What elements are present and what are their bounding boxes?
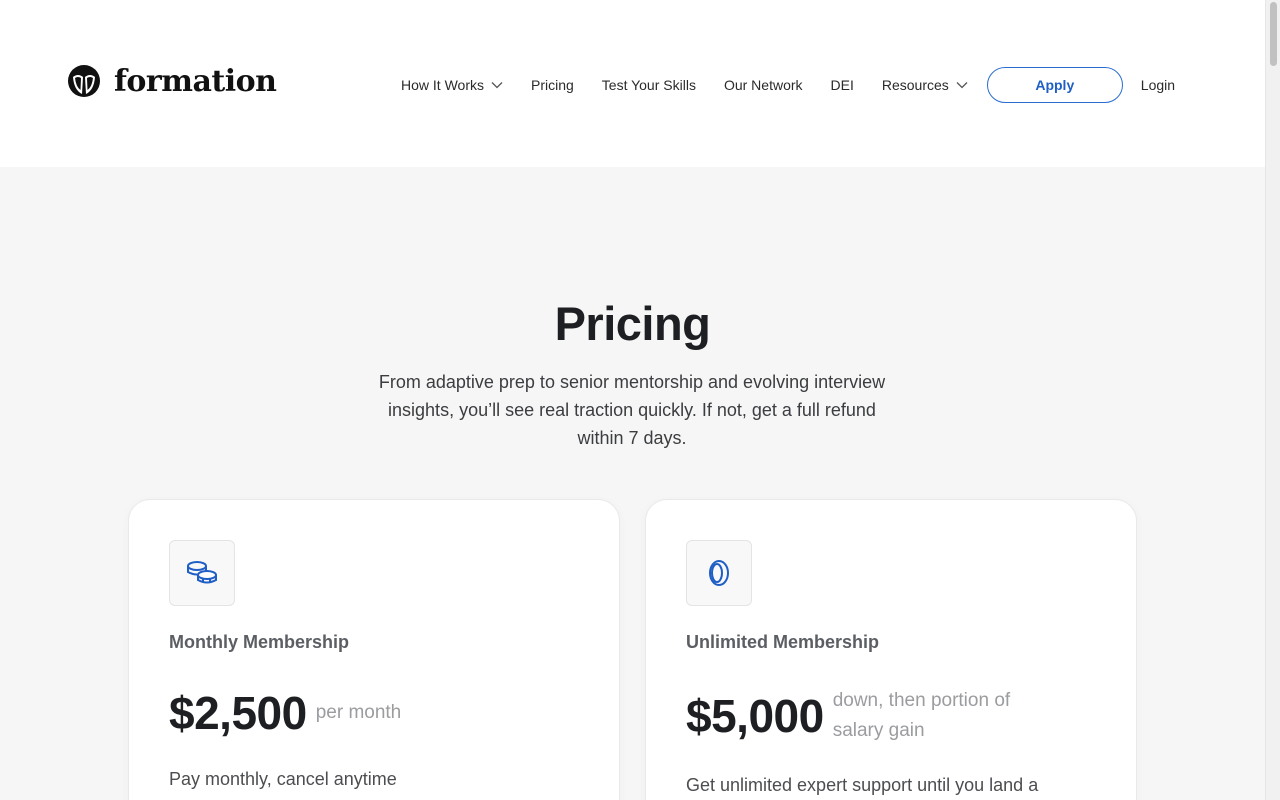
plan-title: Monthly Membership bbox=[169, 632, 350, 652]
nav-item-test-your-skills[interactable]: Test Your Skills bbox=[602, 77, 696, 93]
formation-logo-icon bbox=[68, 65, 100, 97]
plan-price: $2,500 bbox=[169, 687, 307, 739]
apply-button[interactable]: Apply bbox=[986, 67, 1123, 103]
brand-name: formation bbox=[114, 64, 277, 99]
plan-price: $5,000 bbox=[686, 690, 824, 742]
coins-stack-icon bbox=[187, 561, 217, 584]
chevron-down-icon bbox=[491, 82, 503, 89]
plan-description: Pay monthly, cancel anytime bbox=[169, 769, 397, 789]
nav-item-how-it-works[interactable]: How It Works bbox=[401, 77, 503, 93]
plan-description: Get unlimited expert support until you l… bbox=[686, 775, 1039, 795]
logo[interactable]: formation bbox=[68, 64, 277, 100]
plan-price-note: per month bbox=[315, 702, 402, 723]
nav-label: DEI bbox=[830, 77, 854, 93]
nav-label: Pricing bbox=[530, 77, 574, 93]
page-subtitle: From adaptive prep to senior mentorship … bbox=[378, 372, 886, 448]
main-nav: How It Works Pricing Test Your Skills Ou… bbox=[401, 67, 1175, 103]
chevron-down-icon bbox=[956, 82, 968, 89]
price-row: $2,500 per month bbox=[169, 686, 401, 740]
nav-item-resources[interactable]: Resources bbox=[882, 77, 968, 93]
nav-label: How It Works bbox=[401, 77, 484, 93]
scrollbar-thumb[interactable] bbox=[1270, 2, 1277, 66]
plan-card-monthly: Monthly Membership $2,500 per month Pay … bbox=[128, 499, 620, 800]
nav-label: Test Your Skills bbox=[601, 77, 696, 93]
plan-icon-box bbox=[686, 540, 752, 606]
nav-label: Our Network bbox=[723, 77, 803, 93]
site-header: formation How It Works Pricing Test Your… bbox=[0, 0, 1265, 167]
plan-card-unlimited: Unlimited Membership $5,000 down, then p… bbox=[645, 499, 1137, 800]
nav-item-our-network[interactable]: Our Network bbox=[724, 77, 803, 93]
price-row: $5,000 down, then portion of salary gain bbox=[686, 686, 1043, 746]
page-title: Pricing bbox=[554, 297, 711, 350]
nav-label: Resources bbox=[881, 77, 949, 93]
nav-item-pricing[interactable]: Pricing bbox=[531, 77, 574, 93]
plan-icon-box bbox=[169, 540, 235, 606]
nav-item-dei[interactable]: DEI bbox=[831, 77, 854, 93]
scrollbar[interactable] bbox=[1265, 0, 1280, 800]
login-link[interactable]: Login bbox=[1141, 77, 1175, 93]
plan-price-note: down, then portion of salary gain bbox=[832, 690, 1011, 741]
coin-icon bbox=[709, 560, 729, 586]
plan-title: Unlimited Membership bbox=[686, 632, 880, 652]
